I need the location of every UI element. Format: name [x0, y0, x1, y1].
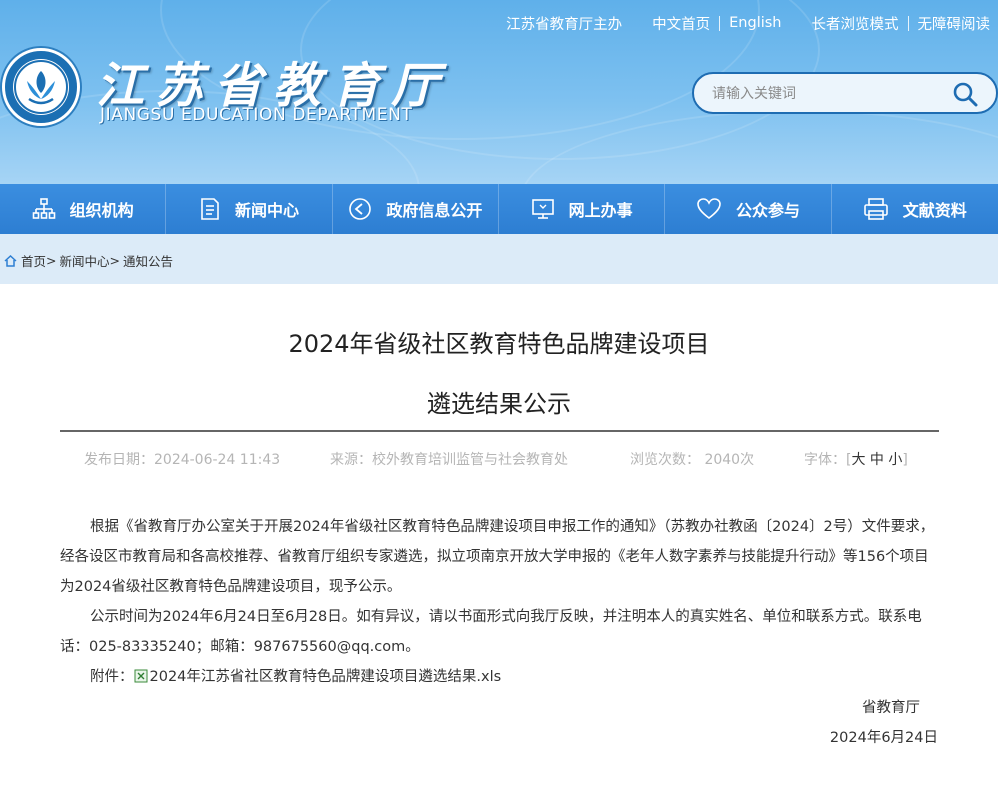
sign-date: 2024年6月24日: [829, 730, 938, 746]
publish-date: 发布日期：2024-06-24 11:43: [84, 452, 281, 468]
logo-emblem: [2, 48, 80, 126]
title-divider: [60, 430, 939, 432]
article-source: 来源：校外教育培训监管与社会教育处: [330, 452, 568, 468]
breadcrumb-bar: 首页 > 新闻中心 > 通知公告: [0, 234, 998, 284]
nav-item-online-service[interactable]: 网上办事: [499, 184, 666, 234]
bracket-close: ]: [902, 452, 908, 468]
nav-item-gov-info[interactable]: 政府信息公开: [333, 184, 499, 234]
article-title-line2: 遴选结果公示: [427, 390, 571, 418]
breadcrumb-news[interactable]: 新闻中心: [60, 251, 110, 270]
breadcrumb-separator: >: [46, 253, 57, 268]
paragraph-2: 公示时间为2024年6月24日至6月28日。如有异议，请以书面形式向我厅反映，并…: [60, 609, 922, 655]
org-chart-icon: [32, 198, 55, 219]
nav-item-documents[interactable]: 文献资料: [832, 184, 998, 234]
document-icon: [201, 198, 219, 220]
nav-item-org[interactable]: 组织机构: [0, 184, 167, 234]
font-size-label: 字体：: [804, 452, 846, 468]
signature: 省教育厅: [862, 700, 920, 716]
english-link[interactable]: English: [729, 15, 781, 31]
font-small-button[interactable]: 小: [888, 452, 902, 468]
site-header: 江苏省教育厅主办 中文首页 English 长者浏览模式 无障碍阅读 江苏省教育…: [0, 0, 998, 184]
sponsor-text: 江苏省教育厅主办: [506, 16, 623, 33]
divider: [719, 15, 721, 31]
font-size-control: 字体：[大 中 小]: [804, 449, 908, 469]
breadcrumb-separator: >: [109, 253, 120, 268]
emblem-icon: [14, 60, 68, 114]
attachment: 附件： 2024年江苏省社区教育特色品牌建设项目遴选结果.xls: [90, 665, 501, 686]
view-count: 浏览次数： 2040次: [630, 452, 755, 468]
logo-subtitle: JIANGSU EDUCATION DEPARTMENT: [100, 105, 413, 125]
attachment-label: 附件：: [90, 669, 134, 685]
accessible-link[interactable]: 无障碍阅读: [918, 13, 991, 34]
nav-label: 网上办事: [568, 201, 633, 220]
elder-mode-link[interactable]: 长者浏览模式: [812, 13, 899, 34]
heart-icon: [697, 198, 721, 220]
search-input[interactable]: [712, 83, 942, 105]
nav-label: 新闻中心: [234, 201, 299, 220]
attachment-link[interactable]: 2024年江苏省社区教育特色品牌建设项目遴选结果.xls: [150, 665, 502, 686]
nav-label: 文献资料: [902, 201, 967, 220]
font-medium-button[interactable]: 中: [870, 452, 884, 468]
breadcrumb: 首页 > 新闻中心 > 通知公告: [4, 251, 173, 270]
nav-label: 公众参与: [735, 201, 800, 220]
nav-item-news[interactable]: 新闻中心: [166, 184, 333, 234]
breadcrumb-home[interactable]: 首页: [21, 251, 46, 270]
excel-file-icon: [134, 669, 147, 682]
nav-label: 政府信息公开: [386, 201, 483, 220]
home-icon: [4, 254, 17, 267]
nav-item-public[interactable]: 公众参与: [665, 184, 832, 234]
search-icon[interactable]: [952, 81, 978, 107]
printer-icon: [863, 198, 888, 220]
home-cn-link[interactable]: 中文首页: [652, 13, 710, 34]
article-container: 2024年省级社区教育特色品牌建设项目 遴选结果公示 发布日期：2024-06-…: [0, 284, 998, 785]
monitor-icon: [531, 199, 554, 219]
main-nav: 组织机构 新闻中心 政府信息公开 网上办事 公众参与 文献资料: [0, 184, 998, 234]
article-body: 根据《省教育厅办公室关于开展2024年省级社区教育特色品牌建设项目申报工作的通知…: [60, 512, 940, 662]
paragraph-1: 根据《省教育厅办公室关于开展2024年省级社区教育特色品牌建设项目申报工作的通知…: [60, 519, 935, 595]
search-box: [692, 72, 998, 114]
font-large-button[interactable]: 大: [851, 452, 865, 468]
breadcrumb-notice[interactable]: 通知公告: [123, 251, 173, 270]
announce-icon: [349, 198, 372, 220]
nav-label: 组织机构: [69, 201, 134, 220]
article-title-line1: 2024年省级社区教育特色品牌建设项目: [288, 330, 710, 358]
divider: [907, 15, 909, 31]
top-links: 江苏省教育厅主办 中文首页 English 长者浏览模式 无障碍阅读: [506, 13, 990, 33]
